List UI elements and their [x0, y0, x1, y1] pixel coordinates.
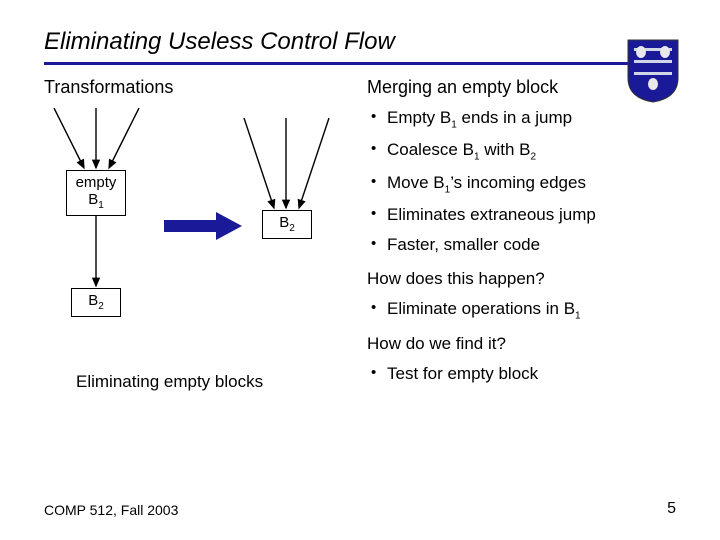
node-b2-left: B2: [71, 288, 121, 317]
node-b2-right-sub: 2: [289, 223, 295, 234]
bullet-3: Move B1’s incoming edges: [367, 173, 676, 195]
content-columns: Transformations: [44, 77, 676, 394]
node-b1-sub: 1: [98, 200, 104, 211]
footer-course: COMP 512, Fall 2003: [44, 502, 178, 518]
diagram-area: empty B1 B2 B2: [44, 108, 359, 368]
node-b2-right: B2: [262, 210, 312, 239]
title-divider: [44, 62, 676, 65]
question-1: How does this happen?: [367, 269, 676, 289]
slide-title: Eliminating Useless Control Flow: [44, 28, 676, 56]
left-column: Transformations: [44, 77, 359, 394]
question-2: How do we find it?: [367, 334, 676, 354]
q2-bullets: Test for empty block: [367, 364, 676, 384]
slide-container: Eliminating Useless Control Flow Transfo…: [0, 0, 720, 540]
right-column: Merging an empty block Empty B1 ends in …: [367, 77, 676, 394]
q1-bullets: Eliminate operations in B1: [367, 299, 676, 321]
node-b1-base: B: [88, 191, 98, 208]
node-b2-left-sub: 2: [98, 301, 104, 312]
node-b2-right-base: B: [279, 214, 289, 231]
node-b1: empty B1: [66, 170, 126, 216]
diagram-caption: Eliminating empty blocks: [76, 372, 359, 392]
bullet-1: Empty B1 ends in a jump: [367, 108, 676, 130]
merge-bullets: Empty B1 ends in a jump Coalesce B1 with…: [367, 108, 676, 255]
bullet-4: Eliminates extraneous jump: [367, 205, 676, 225]
q2-bullet: Test for empty block: [367, 364, 676, 384]
node-b1-line1: empty: [76, 174, 117, 191]
node-b2-left-base: B: [88, 292, 98, 309]
transformations-heading: Transformations: [44, 77, 359, 98]
university-crest: [626, 38, 680, 104]
bullet-2: Coalesce B1 with B2: [367, 140, 676, 162]
bullet-5: Faster, smaller code: [367, 235, 676, 255]
footer-page-number: 5: [667, 500, 676, 518]
q1-bullet: Eliminate operations in B1: [367, 299, 676, 321]
